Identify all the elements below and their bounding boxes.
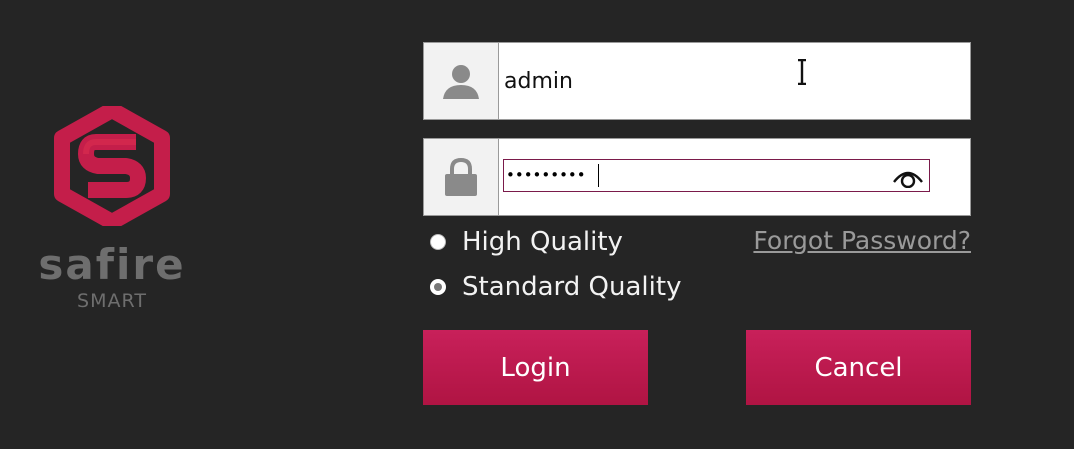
lock-icon (445, 157, 477, 196)
username-field[interactable]: admin (423, 42, 971, 120)
brand-logo: safire SMART (26, 104, 198, 316)
cancel-button[interactable]: Cancel (746, 330, 971, 405)
password-field[interactable]: ••••••••• (423, 138, 971, 216)
quality-option-high[interactable]: High Quality (430, 227, 623, 257)
radio-standard-quality[interactable] (430, 279, 446, 295)
username-input[interactable]: admin (504, 63, 573, 101)
user-icon (443, 65, 479, 99)
password-input[interactable]: ••••••••• (503, 159, 930, 192)
quality-label-standard: Standard Quality (462, 272, 682, 302)
text-caret (598, 164, 599, 187)
quality-label-high: High Quality (462, 227, 623, 257)
username-icon-cell (424, 43, 499, 119)
brand-subtitle: SMART (77, 290, 147, 312)
quality-option-standard[interactable]: Standard Quality (430, 272, 681, 302)
brand-name: safire (38, 240, 186, 289)
text-cursor-icon (798, 59, 806, 85)
password-value: ••••••••• (506, 166, 586, 184)
eye-icon[interactable] (892, 164, 924, 188)
forgot-password-link[interactable]: Forgot Password? (742, 226, 971, 255)
login-button[interactable]: Login (423, 330, 648, 405)
radio-high-quality[interactable] (430, 234, 446, 250)
password-icon-cell (424, 139, 499, 215)
hexagon-s-logo-icon (54, 106, 170, 226)
